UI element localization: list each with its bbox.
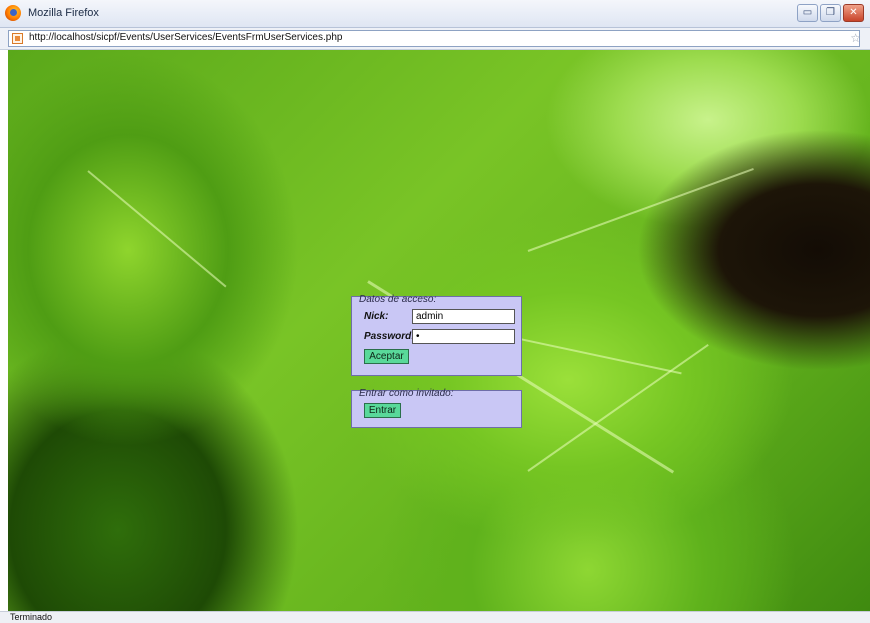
login-legend: Datos de acceso:: [359, 294, 437, 305]
accept-button[interactable]: Aceptar: [364, 349, 409, 364]
page-content: Datos de acceso: Nick: admin Password: •…: [8, 50, 870, 611]
login-panel: Datos de acceso: Nick: admin Password: •…: [351, 294, 522, 376]
status-bar: Terminado: [0, 611, 870, 623]
url-text[interactable]: http://localhost/sicpf/Events/UserServic…: [29, 32, 342, 43]
guest-enter-button[interactable]: Entrar: [364, 403, 401, 418]
firefox-logo-icon: [5, 5, 21, 21]
leaf-vein: [527, 167, 754, 252]
maximize-button[interactable]: ❐: [820, 4, 841, 22]
nick-input[interactable]: admin: [412, 309, 515, 324]
address-bar[interactable]: http://localhost/sicpf/Events/UserServic…: [8, 30, 861, 47]
password-input[interactable]: •: [412, 329, 515, 344]
leaf-vein: [87, 170, 227, 288]
window-title: Mozilla Firefox: [28, 7, 99, 19]
window-controls: ▭ ❐ ✕: [797, 4, 864, 22]
nick-label: Nick:: [364, 311, 389, 322]
window-title-bar: Mozilla Firefox ▭ ❐ ✕: [0, 0, 870, 28]
guest-legend: Entrar como invitado:: [359, 388, 454, 399]
guest-panel: Entrar como invitado: Entrar: [351, 388, 522, 428]
bookmark-star-icon[interactable]: ☆: [850, 31, 861, 45]
status-text: Terminado: [10, 612, 53, 622]
leaf-vein: [527, 343, 709, 472]
navigation-bar: http://localhost/sicpf/Events/UserServic…: [0, 28, 870, 50]
password-label: Password:: [364, 331, 415, 342]
site-favicon-icon: [12, 33, 23, 44]
minimize-button[interactable]: ▭: [797, 4, 818, 22]
close-button[interactable]: ✕: [843, 4, 864, 22]
